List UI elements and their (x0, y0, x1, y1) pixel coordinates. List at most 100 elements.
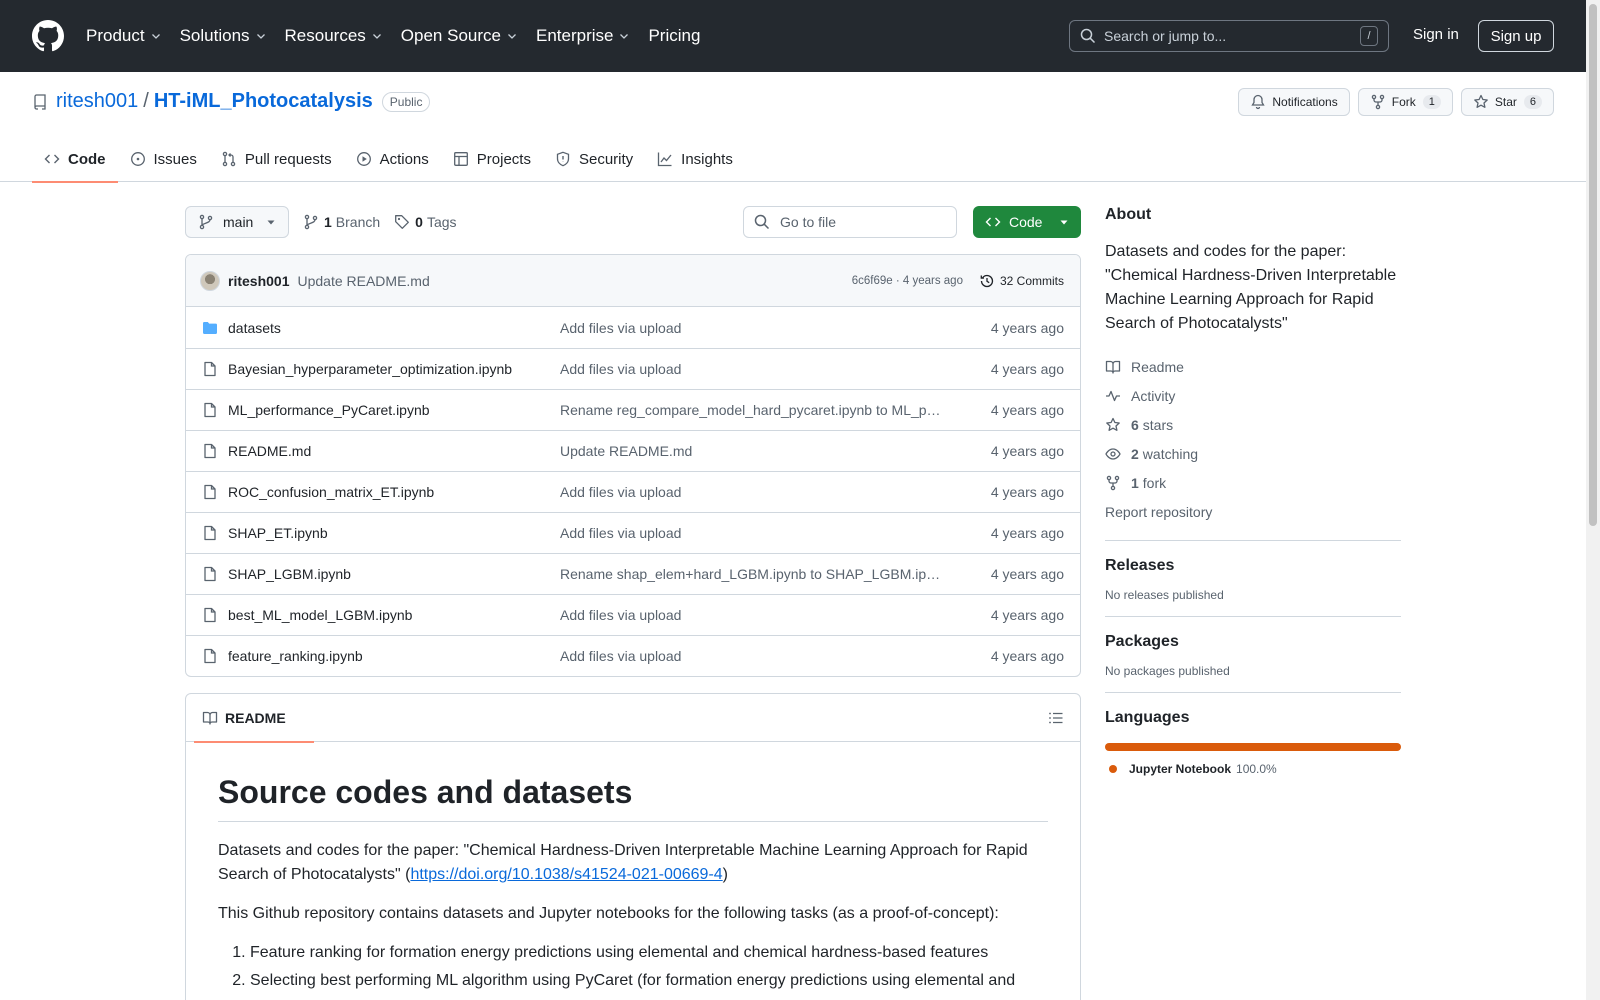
go-to-file-input[interactable]: Go to file (743, 206, 957, 238)
main-content: main 1 Branch 0 Tags Go to file Code rit… (185, 206, 1081, 1000)
repo-owner-link[interactable]: ritesh001 (56, 90, 138, 113)
table-row[interactable]: SHAP_ET.ipynb Add files via upload 4 years… (186, 512, 1080, 553)
fork-count: 1 (1422, 95, 1441, 109)
global-nav: Product Solutions Resources Open Source … (86, 26, 718, 46)
nav-enterprise[interactable]: Enterprise (536, 26, 630, 46)
packages-empty-text: No packages published (1105, 664, 1230, 678)
table-icon (453, 152, 468, 166)
file-commit-message-link[interactable]: Add files via upload (560, 484, 944, 500)
table-row[interactable]: ML_performance_PyCaret.ipynb Rename reg_c… (186, 389, 1080, 430)
report-repository-link[interactable]: Report repository (1105, 497, 1401, 526)
tab-insights[interactable]: Insights (645, 136, 745, 182)
tab-security[interactable]: Security (543, 136, 645, 182)
commit-sha-time[interactable]: 6c6f69e · 4 years ago (852, 275, 963, 287)
nav-solutions[interactable]: Solutions (180, 26, 267, 46)
commit-author-link[interactable]: ritesh001 (228, 273, 289, 289)
code-dropdown-button[interactable]: Code (973, 206, 1081, 238)
file-name-link[interactable]: datasets (228, 320, 560, 336)
releases-heading[interactable]: Releases (1105, 557, 1401, 575)
file-icon (202, 648, 218, 664)
file-commit-message-link[interactable]: Rename shap_elem+hard_LGBM.ipynb to SHAP… (560, 566, 944, 582)
file-name-link[interactable]: ROC_confusion_matrix_ET.ipynb (228, 484, 560, 500)
repo-icon (34, 93, 46, 110)
tab-code[interactable]: Code (32, 136, 118, 183)
chevron-down-icon (256, 34, 265, 39)
commits-link[interactable]: 32 Commits (979, 273, 1064, 289)
file-name-link[interactable]: README.md (228, 443, 560, 459)
readme-task-list: Feature ranking for formation energy pre… (218, 941, 1048, 993)
file-name-link[interactable]: best_ML_model_LGBM.ipynb (228, 607, 560, 623)
sign-in-link[interactable]: Sign in (1413, 26, 1459, 43)
sign-up-button[interactable]: Sign up (1478, 20, 1554, 52)
tab-issues[interactable]: Issues (118, 136, 209, 182)
language-item[interactable]: Jupyter Notebook 100.0% (1105, 762, 1401, 776)
tab-label: Actions (379, 150, 429, 168)
table-row[interactable]: best_ML_model_LGBM.ipynb Add files via up… (186, 594, 1080, 635)
caret-down-icon (1060, 220, 1068, 225)
branches-link[interactable]: 1 Branch (303, 214, 380, 230)
tags-link[interactable]: 0 Tags (394, 214, 457, 230)
file-name-link[interactable]: Bayesian_hyperparameter_optimization.ipy… (228, 361, 560, 377)
avatar[interactable] (200, 270, 220, 291)
table-row[interactable]: Bayesian_hyperparameter_optimization.ipy… (186, 348, 1080, 389)
table-row[interactable]: README.md Update README.md 4 years ago (186, 430, 1080, 471)
notifications-button[interactable]: Notifications (1238, 88, 1350, 116)
file-name-link[interactable]: SHAP_LGBM.ipynb (228, 566, 560, 582)
graph-icon (658, 152, 672, 167)
chevron-down-icon (372, 34, 381, 39)
commit-message-link[interactable]: Update README.md (297, 273, 429, 289)
readme-link[interactable]: Readme (1105, 352, 1401, 381)
nav-resources[interactable]: Resources (285, 26, 383, 46)
outline-button[interactable] (1048, 710, 1064, 726)
file-toolbar: main 1 Branch 0 Tags Go to file Code (185, 206, 1081, 238)
branch-icon (199, 214, 213, 230)
readme-tab[interactable]: README (194, 694, 314, 743)
nav-product[interactable]: Product (86, 26, 162, 46)
stars-link[interactable]: 6 stars (1105, 410, 1401, 439)
code-icon (985, 217, 1001, 227)
tab-actions[interactable]: Actions (344, 136, 441, 182)
tab-pull-requests[interactable]: Pull requests (209, 136, 344, 182)
file-icon (202, 443, 218, 459)
file-commit-message-link[interactable]: Add files via upload (560, 320, 944, 336)
fork-button[interactable]: Fork 1 (1357, 88, 1453, 116)
search-icon (754, 214, 770, 230)
table-row[interactable]: datasets Add files via upload 4 years ago (186, 307, 1080, 348)
table-row[interactable]: ROC_confusion_matrix_ET.ipynb Add files v… (186, 471, 1080, 512)
nav-open-source[interactable]: Open Source (401, 26, 518, 46)
forks-count: 1 (1131, 474, 1139, 491)
file-name-link[interactable]: feature_ranking.ipynb (228, 648, 560, 664)
doi-link[interactable]: https://doi.org/10.1038/s41524-021-00669… (410, 866, 722, 883)
file-name-link[interactable]: ML_performance_PyCaret.ipynb (228, 402, 560, 418)
releases-section: Releases No releases published (1105, 540, 1401, 602)
global-search-input[interactable]: Search or jump to... / (1069, 20, 1389, 52)
branch-selector-button[interactable]: main (185, 206, 289, 238)
file-commit-message-link[interactable]: Add files via upload (560, 361, 944, 377)
scrollbar-thumb[interactable] (1589, 4, 1597, 526)
file-commit-message-link[interactable]: Update README.md (560, 443, 944, 459)
global-header: Product Solutions Resources Open Source … (0, 0, 1586, 72)
repo-name-link[interactable]: HT-iML_Photocatalysis (154, 90, 373, 113)
pull-request-icon (222, 151, 236, 167)
tab-projects[interactable]: Projects (441, 136, 543, 182)
table-row[interactable]: SHAP_LGBM.ipynb Rename shap_elem+hard_LGB… (186, 553, 1080, 594)
go-to-file-placeholder: Go to file (780, 214, 837, 230)
file-commit-time: 4 years ago (990, 648, 1064, 664)
file-commit-message-link[interactable]: Add files via upload (560, 525, 944, 541)
star-label: Star (1494, 95, 1517, 109)
language-bar (1105, 743, 1401, 751)
github-logo-icon[interactable] (32, 20, 64, 52)
file-icon (202, 607, 218, 623)
file-commit-message-link[interactable]: Add files via upload (560, 607, 944, 623)
file-name-link[interactable]: SHAP_ET.ipynb (228, 525, 560, 541)
file-commit-message-link[interactable]: Rename reg_compare_model_hard_pycaret.ip… (560, 402, 944, 418)
star-button[interactable]: Star 6 (1460, 88, 1554, 116)
activity-link[interactable]: Activity (1105, 381, 1401, 410)
packages-heading[interactable]: Packages (1105, 633, 1401, 651)
forks-link[interactable]: 1 fork (1105, 468, 1401, 497)
nav-pricing[interactable]: Pricing (648, 26, 700, 46)
table-row[interactable]: feature_ranking.ipynb Add files via uploa… (186, 635, 1080, 676)
file-commit-message-link[interactable]: Add files via upload (560, 648, 944, 664)
page-scrollbar[interactable] (1586, 0, 1600, 1000)
watchers-link[interactable]: 2 watching (1105, 439, 1401, 468)
